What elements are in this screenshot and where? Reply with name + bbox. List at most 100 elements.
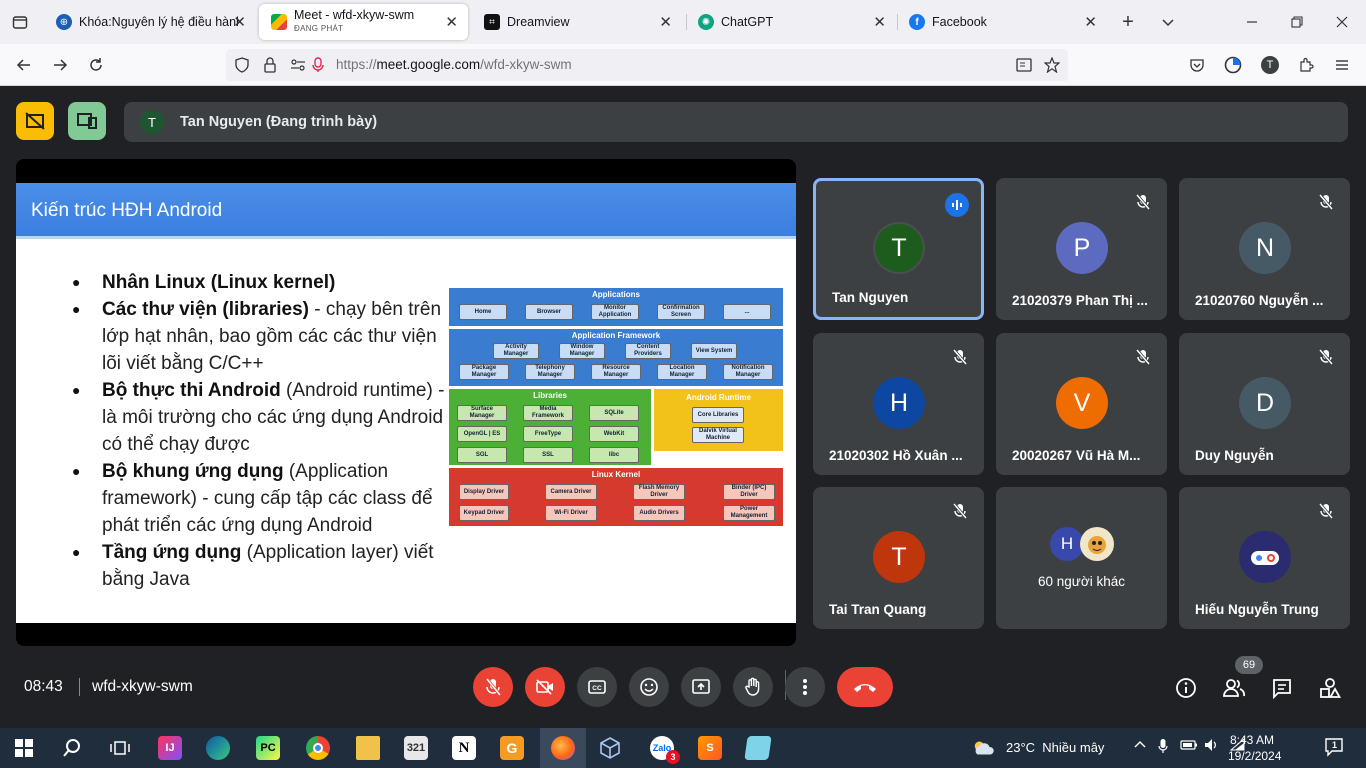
participant-name: Tan Nguyen <box>832 290 909 305</box>
mic-toggle-button[interactable] <box>473 667 513 707</box>
tab-facebook[interactable]: f Facebook ✕ <box>897 4 1107 40</box>
browser-navigation-bar: https://meet.google.com/wfd-xkyw-swm T <box>0 44 1366 86</box>
activities-button[interactable] <box>1314 672 1346 704</box>
close-tab-icon[interactable]: ✕ <box>1084 13 1097 31</box>
avatar: D <box>1239 377 1291 429</box>
back-icon[interactable] <box>12 53 36 77</box>
task-view-icon[interactable] <box>108 736 132 760</box>
microphone-active-icon[interactable] <box>306 53 330 77</box>
leave-call-button[interactable] <box>837 667 893 707</box>
speaking-indicator-icon <box>945 193 969 217</box>
svg-text:CC: CC <box>592 685 602 692</box>
people-button[interactable] <box>1218 672 1250 704</box>
firefox-icon[interactable] <box>551 736 575 760</box>
stop-presenting-layout-button[interactable] <box>16 102 54 140</box>
new-tab-icon[interactable]: + <box>1116 10 1140 34</box>
bookmark-star-icon[interactable] <box>1040 53 1064 77</box>
participant-tile[interactable]: N 21020760 Nguyễn ... <box>1179 178 1350 320</box>
bullet-item: Các thư viện (libraries) - chạy bên trên… <box>72 296 452 377</box>
tab-meet[interactable]: Meet - wfd-xkyw-swm ĐANG PHÁT ✕ <box>259 4 468 40</box>
chrome-icon[interactable] <box>306 736 330 760</box>
presentation-stage[interactable]: Kiến trúc HĐH Android Nhân Linux (Linux … <box>16 159 796 646</box>
applications-layer: Applications Home Browser Monitor Applic… <box>448 287 784 327</box>
notepad-icon[interactable] <box>744 736 772 760</box>
slide: Kiến trúc HĐH Android Nhân Linux (Linux … <box>16 183 796 623</box>
participant-tile[interactable]: H 21020302 Hồ Xuân ... <box>813 333 984 475</box>
weather-widget[interactable]: 23°C Nhiều mây <box>1006 740 1104 755</box>
participant-name: 21020379 Phan Thị ... <box>1012 293 1148 308</box>
intellij-icon[interactable]: IJ <box>158 736 182 760</box>
menu-hamburger-icon[interactable] <box>1330 53 1354 77</box>
address-bar[interactable]: https://meet.google.com/wfd-xkyw-swm <box>226 49 1068 81</box>
captions-button[interactable]: CC <box>577 667 617 707</box>
lock-icon[interactable] <box>258 53 282 77</box>
extension-blue-icon[interactable] <box>1221 53 1245 77</box>
slide-header: Kiến trúc HĐH Android <box>16 183 796 239</box>
account-avatar[interactable]: T <box>1258 53 1282 77</box>
tab-overview-icon[interactable] <box>8 10 32 34</box>
close-tab-icon[interactable]: ✕ <box>445 13 458 31</box>
pycharm-icon[interactable]: PC <box>256 736 280 760</box>
forward-icon[interactable] <box>48 53 72 77</box>
virtualbox-icon[interactable] <box>598 736 622 760</box>
facebook-icon: f <box>909 14 925 30</box>
divider <box>79 678 80 696</box>
sublime-icon[interactable]: S <box>698 736 722 760</box>
avatar-photo <box>1080 527 1114 561</box>
close-tab-icon[interactable]: ✕ <box>873 13 886 31</box>
reactions-button[interactable] <box>629 667 669 707</box>
avatar: P <box>1056 222 1108 274</box>
participant-tile[interactable]: Hiếu Nguyễn Trung <box>1179 487 1350 629</box>
volume-icon[interactable] <box>1204 738 1220 755</box>
weather-cloud-icon[interactable] <box>972 736 996 760</box>
search-icon[interactable] <box>60 736 84 760</box>
participant-name: Tai Tran Quang <box>829 602 927 617</box>
camera-toggle-button[interactable] <box>525 667 565 707</box>
notification-center-icon[interactable]: 1 <box>1324 736 1346 761</box>
edge-icon[interactable] <box>206 736 230 760</box>
tab-chatgpt[interactable]: ✺ ChatGPT ✕ <box>686 4 896 40</box>
participant-tile[interactable]: T Tai Tran Quang <box>813 487 984 629</box>
mic-off-icon <box>1316 192 1336 212</box>
close-tab-icon[interactable]: ✕ <box>659 13 672 31</box>
more-options-button[interactable] <box>785 667 825 707</box>
list-tabs-icon[interactable] <box>1156 10 1180 34</box>
taskbar-clock[interactable]: 8:43 AM 19/2/2024 <box>1228 732 1281 764</box>
windows-start-icon[interactable] <box>12 736 36 760</box>
chatgpt-icon: ✺ <box>698 14 714 30</box>
dreamview-icon: ⌗ <box>484 14 500 30</box>
microphone-tray-icon[interactable] <box>1158 738 1168 757</box>
mic-off-icon <box>1316 501 1336 521</box>
tab-moodle[interactable]: ⊕ Khóa:Nguyên lý hệ điều hành ✕ <box>44 4 256 40</box>
libraries-layer: Libraries Surface Manager Media Framewor… <box>448 388 652 466</box>
restore-icon[interactable] <box>1285 10 1309 34</box>
calendar-app-icon[interactable]: 321 <box>404 736 428 760</box>
participant-tile[interactable]: T Tan Nguyen <box>813 178 984 320</box>
pocket-icon[interactable] <box>1185 53 1209 77</box>
participant-tile[interactable]: V 20020267 Vũ Hà M... <box>996 333 1167 475</box>
minimize-icon[interactable] <box>1240 10 1264 34</box>
others-count-label: 60 người khác <box>1038 574 1125 589</box>
close-window-icon[interactable] <box>1330 10 1354 34</box>
tracking-protection-icon[interactable] <box>230 53 254 77</box>
tab-dreamview[interactable]: ⌗ Dreamview ✕ <box>472 4 682 40</box>
foxit-pdf-icon[interactable]: G <box>500 736 524 760</box>
raise-hand-button[interactable] <box>733 667 773 707</box>
participant-tile[interactable]: D Duy Nguyễn <box>1179 333 1350 475</box>
close-tab-icon[interactable]: ✕ <box>233 13 246 31</box>
participant-tile[interactable]: P 21020379 Phan Thị ... <box>996 178 1167 320</box>
present-screen-button[interactable] <box>681 667 721 707</box>
meeting-info-button[interactable] <box>1170 672 1202 704</box>
reader-view-icon[interactable] <box>1012 53 1036 77</box>
others-tile[interactable]: H 60 người khác <box>996 487 1167 629</box>
file-explorer-icon[interactable] <box>356 736 380 760</box>
notion-icon[interactable]: N <box>452 736 476 760</box>
pin-presentation-button[interactable] <box>68 102 106 140</box>
slide-title: Kiến trúc HĐH Android <box>31 200 223 221</box>
show-hidden-icons[interactable] <box>1134 738 1146 753</box>
extensions-puzzle-icon[interactable] <box>1294 53 1318 77</box>
chat-button[interactable] <box>1266 672 1298 704</box>
reload-icon[interactable] <box>84 53 108 77</box>
battery-icon[interactable] <box>1180 738 1198 755</box>
zalo-icon[interactable]: Zalo 3 <box>650 736 680 764</box>
